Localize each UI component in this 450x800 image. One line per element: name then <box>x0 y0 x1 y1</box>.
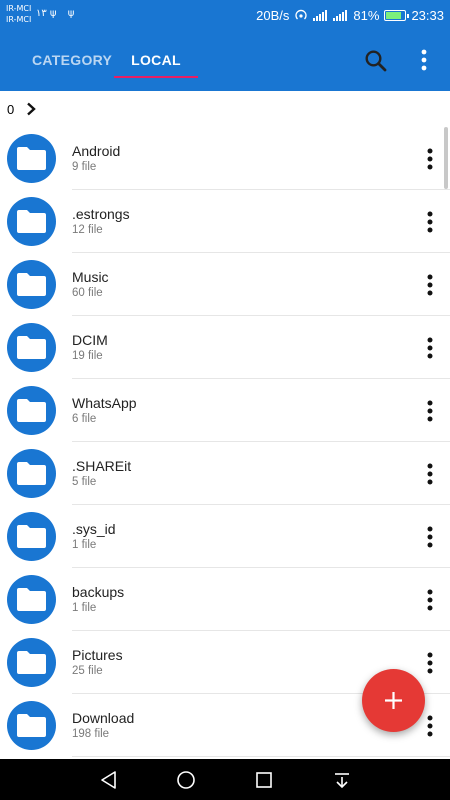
file-name: Android <box>72 143 121 159</box>
add-button[interactable] <box>362 669 425 732</box>
clock: 23:33 <box>411 7 444 23</box>
more-vert-icon[interactable] <box>418 649 442 677</box>
more-vert-icon[interactable] <box>414 46 434 74</box>
more-vert-icon[interactable] <box>418 397 442 425</box>
file-count: 1 file <box>72 539 97 551</box>
more-vert-icon[interactable] <box>418 271 442 299</box>
carrier-labels: IR-MCI IR-MCI <box>6 3 31 25</box>
back-icon[interactable] <box>97 768 121 792</box>
more-vert-icon[interactable] <box>418 208 442 236</box>
file-row[interactable]: .sys_id 1 file <box>0 505 450 568</box>
carrier-1: IR-MCI <box>6 4 32 13</box>
file-name: Pictures <box>72 647 123 663</box>
chevron-right-icon <box>27 102 37 116</box>
file-count: 198 file <box>72 728 110 740</box>
plus-icon <box>385 692 402 709</box>
file-count: 1 file <box>72 602 97 614</box>
file-row[interactable]: WhatsApp 6 file <box>0 379 450 442</box>
more-vert-icon[interactable] <box>418 586 442 614</box>
file-name: Music <box>72 269 109 285</box>
file-name: WhatsApp <box>72 395 137 411</box>
folder-icon <box>17 588 46 611</box>
folder-avatar <box>7 449 56 498</box>
file-count: 12 file <box>72 224 103 236</box>
tab-category[interactable]: CATEGORY <box>32 30 112 91</box>
file-count: 60 file <box>72 287 103 299</box>
file-row[interactable]: backups 1 file <box>0 568 450 631</box>
file-row[interactable]: .estrongs 12 file <box>0 190 450 253</box>
hotspot-icon <box>295 9 308 20</box>
folder-avatar <box>7 197 56 246</box>
home-icon[interactable] <box>174 768 198 792</box>
folder-avatar <box>7 134 56 183</box>
folder-avatar <box>7 386 56 435</box>
status-right: 20B/s 81% 23:33 <box>251 7 444 23</box>
signal-icon <box>333 9 348 21</box>
more-vert-icon[interactable] <box>418 334 442 362</box>
tab-indicator <box>114 76 198 78</box>
signal-icon <box>313 9 328 21</box>
navigation-bar <box>0 759 450 800</box>
battery-percent: 81% <box>353 7 380 23</box>
file-count: 25 file <box>72 665 103 677</box>
folder-icon <box>17 714 46 737</box>
folder-avatar <box>7 323 56 372</box>
folder-icon <box>17 525 46 548</box>
folder-icon <box>17 462 46 485</box>
file-name: backups <box>72 584 125 600</box>
file-count: 6 file <box>72 413 97 425</box>
folder-avatar <box>7 260 56 309</box>
file-name: .SHAREit <box>72 458 132 474</box>
folder-icon <box>17 399 46 422</box>
file-row[interactable]: .SHAREit 5 file <box>0 442 450 505</box>
file-count: 5 file <box>72 476 97 488</box>
network-speed: 20B/s <box>256 7 290 23</box>
folder-icon <box>17 210 46 233</box>
folder-icon <box>17 273 46 296</box>
scrollbar[interactable] <box>444 127 448 189</box>
status-bar: IR-MCI IR-MCI ۱۳ ψ ψ 20B/s 81% 23:33 <box>0 0 450 30</box>
notifications-pull-icon[interactable] <box>330 768 354 792</box>
more-vert-icon[interactable] <box>418 145 442 173</box>
breadcrumb-path[interactable]: 0 <box>7 102 14 117</box>
file-name: .estrongs <box>72 206 130 222</box>
more-vert-icon[interactable] <box>418 523 442 551</box>
folder-avatar <box>7 575 56 624</box>
recents-icon[interactable] <box>252 768 276 792</box>
folder-icon <box>17 651 46 674</box>
file-row[interactable]: Android 9 file <box>0 127 450 190</box>
breadcrumb: 0 <box>0 91 450 127</box>
file-count: 9 file <box>72 161 97 173</box>
folder-avatar <box>7 512 56 561</box>
search-icon[interactable] <box>363 48 389 74</box>
more-vert-icon[interactable] <box>418 712 442 740</box>
file-name: Download <box>72 710 135 726</box>
file-count: 19 file <box>72 350 103 362</box>
more-vert-icon[interactable] <box>418 460 442 488</box>
file-name: .sys_id <box>72 521 116 537</box>
folder-icon <box>17 147 46 170</box>
battery-icon <box>384 9 410 21</box>
tab-local[interactable]: LOCAL <box>114 30 198 91</box>
app-bar: CATEGORY LOCAL <box>0 30 450 91</box>
carrier-2: IR-MCI <box>6 15 32 24</box>
file-list: Android 9 file .estrongs 12 file Music 60 fil… <box>0 127 450 759</box>
folder-avatar <box>7 638 56 687</box>
notification-icons: ۱۳ ψ ψ <box>36 8 79 19</box>
file-row[interactable]: DCIM 19 file <box>0 316 450 379</box>
file-row[interactable]: Music 60 file <box>0 253 450 316</box>
folder-icon <box>17 336 46 359</box>
file-name: DCIM <box>72 332 108 348</box>
folder-avatar <box>7 701 56 750</box>
